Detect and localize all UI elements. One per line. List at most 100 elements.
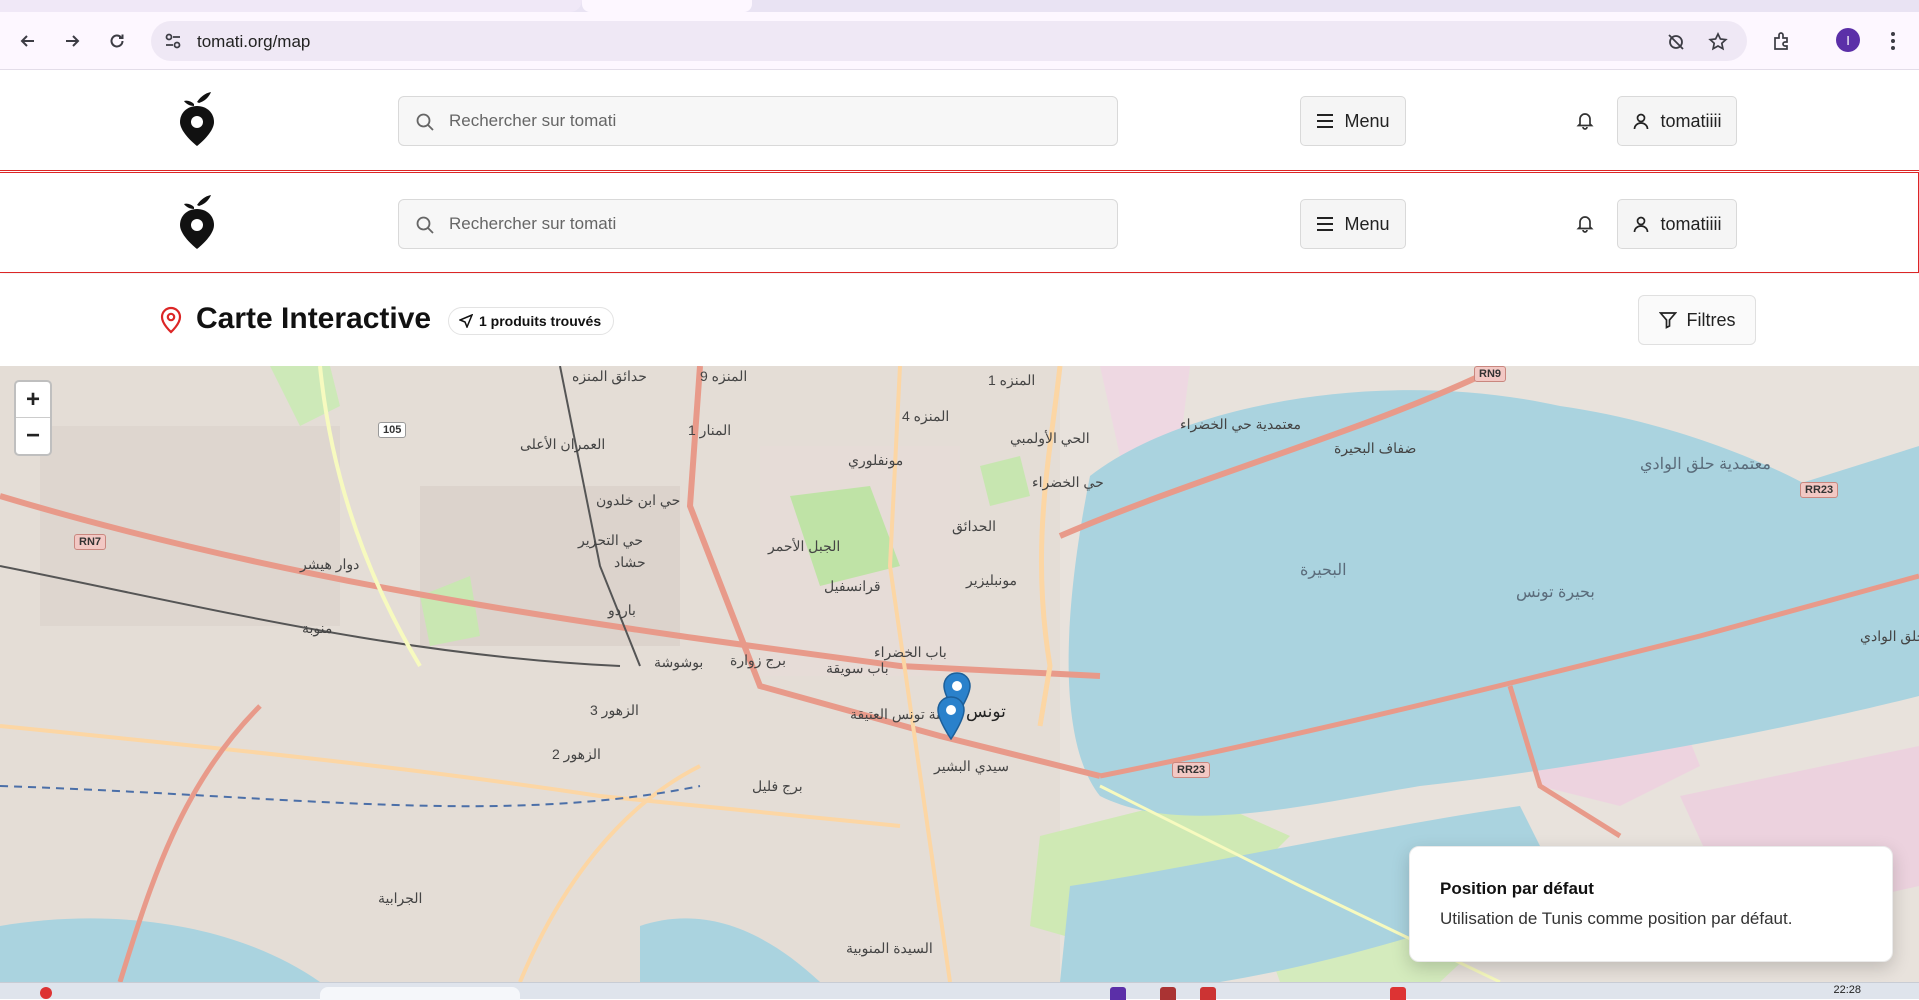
notification-bell-icon[interactable] (1574, 212, 1596, 234)
road-shield: 105 (378, 422, 407, 438)
search-icon (415, 215, 435, 235)
hamburger-icon (1317, 114, 1334, 128)
road-shield: RN7 (74, 534, 107, 550)
tracking-off-icon[interactable] (1665, 31, 1687, 53)
road-shield: RR23 (1800, 482, 1839, 498)
product-marker-icon[interactable] (936, 696, 966, 741)
map-label: مونبليزير (966, 572, 1018, 588)
search-input[interactable] (449, 97, 1099, 145)
zoom-control: + − (14, 380, 52, 456)
map-label: بوشوشة (654, 654, 704, 670)
taskbar-app-icon[interactable] (40, 987, 52, 999)
toast-description: Utilisation de Tunis comme position par … (1440, 909, 1793, 928)
map-label: البحيرة (1300, 562, 1347, 579)
map-label: باب سويقة (826, 660, 889, 676)
map-label: حلق الوادي (1860, 628, 1919, 644)
user-account-button[interactable]: tomatiiii (1617, 96, 1737, 146)
menu-label: Menu (1344, 110, 1390, 131)
map-label: ضفاف البحيرة (1334, 440, 1417, 456)
map-label: السيدة المنوبية (846, 940, 933, 956)
user-label: tomatiiii (1660, 213, 1722, 234)
map-label: برج فليل (752, 778, 803, 794)
map-label: حي التحرير (578, 532, 643, 548)
user-icon (1634, 113, 1649, 130)
map-label: حدائق المنزه (572, 368, 647, 384)
extensions-icon[interactable] (1766, 25, 1798, 57)
browser-tab-strip (0, 0, 1919, 12)
site-info-icon[interactable] (163, 31, 183, 51)
user-account-button[interactable]: tomatiiii (1617, 199, 1737, 249)
map-label: المنزه 9 (700, 368, 748, 384)
site-header: Menu tomatiiii (0, 70, 1919, 171)
hamburger-icon (1317, 217, 1334, 231)
results-count-text: 1 produits trouvés (479, 313, 602, 329)
filters-label: Filtres (1686, 309, 1736, 330)
toast-notification[interactable]: Position par défaut Utilisation de Tunis… (1409, 846, 1893, 962)
map-label: الجرابية (378, 890, 423, 906)
map-label: حي الخضراء (1032, 474, 1104, 490)
tomati-logo-icon[interactable] (176, 90, 218, 148)
map-label: المنزه 4 (902, 408, 950, 424)
url-text[interactable]: tomati.org/map (197, 32, 310, 52)
taskbar-app-icon[interactable] (1390, 987, 1406, 1000)
bookmark-star-icon[interactable] (1707, 31, 1729, 53)
map-label: الزهور 2 (552, 746, 601, 762)
profile-avatar[interactable]: I (1836, 28, 1860, 52)
site-header-sticky: Menu tomatiiii (0, 172, 1919, 273)
taskbar-app-icon[interactable] (1200, 987, 1216, 1000)
filters-button[interactable]: Filtres (1638, 295, 1756, 345)
map-label: العمران الأعلى (520, 436, 606, 452)
user-icon (1634, 216, 1649, 233)
toast-title: Position par défaut (1440, 879, 1594, 898)
zoom-in-button[interactable]: + (16, 382, 50, 418)
back-icon[interactable] (12, 25, 44, 57)
menu-button[interactable]: Menu (1300, 96, 1406, 146)
results-count-badge: 1 produits trouvés (448, 307, 615, 335)
map-label: باب الخضراء (874, 644, 947, 660)
map-label: الحدائق (952, 518, 997, 534)
map-label: بحيرة تونس (1516, 584, 1595, 601)
browser-tab-active[interactable] (582, 0, 752, 12)
map-label: حشاد (614, 554, 646, 570)
forward-icon[interactable] (56, 25, 88, 57)
taskbar-app-icon[interactable] (1160, 987, 1176, 1000)
browser-tab[interactable] (0, 0, 582, 12)
notification-bell-icon[interactable] (1574, 109, 1596, 131)
road-shield: RN9 (1474, 366, 1507, 382)
map-label: قرانسفيل (824, 578, 881, 594)
tomati-logo-icon[interactable] (176, 193, 218, 251)
map-label: معتمدية حلق الوادي (1640, 456, 1771, 473)
map-label: برج زوارة (730, 652, 787, 668)
taskbar-app-icon[interactable] (1110, 987, 1126, 1000)
menu-button[interactable]: Menu (1300, 199, 1406, 249)
search-bar[interactable] (398, 96, 1118, 146)
map-label: حي ابن خلدون (596, 492, 681, 508)
navigation-arrow-icon (459, 314, 473, 328)
os-taskbar: 22:28 (0, 982, 1919, 1000)
map-pin-icon (158, 306, 184, 334)
map-title-bar: Carte Interactive 1 produits trouvés Fil… (0, 274, 1919, 366)
map-label: منوبة (302, 620, 333, 636)
filter-icon (1658, 312, 1677, 329)
browser-toolbar: tomati.org/map I (0, 12, 1919, 70)
address-bar[interactable]: tomati.org/map (151, 21, 1747, 61)
map-label: مونفلوري (848, 452, 904, 468)
page-title: Carte Interactive (196, 302, 432, 335)
map-label: المنار 1 (688, 422, 732, 438)
user-label: tomatiiii (1660, 110, 1722, 131)
map-label: باردو (608, 602, 636, 618)
map-label: الحي الأولمبي (1010, 430, 1090, 446)
search-bar[interactable] (398, 199, 1118, 249)
taskbar-search-box[interactable] (320, 987, 520, 1000)
more-menu-icon[interactable] (1877, 25, 1909, 57)
map-label: الزهور 3 (590, 702, 639, 718)
search-input[interactable] (449, 200, 1099, 248)
search-icon (415, 112, 435, 132)
taskbar-clock: 22:28 (1833, 984, 1861, 996)
map-label: الجبل الأحمر (768, 538, 841, 554)
map-label: المنزه 1 (988, 372, 1036, 388)
zoom-out-button[interactable]: − (16, 418, 50, 454)
reload-icon[interactable] (101, 25, 133, 57)
road-shield: RR23 (1172, 762, 1211, 778)
map-label: سيدي البشير (934, 758, 1009, 774)
